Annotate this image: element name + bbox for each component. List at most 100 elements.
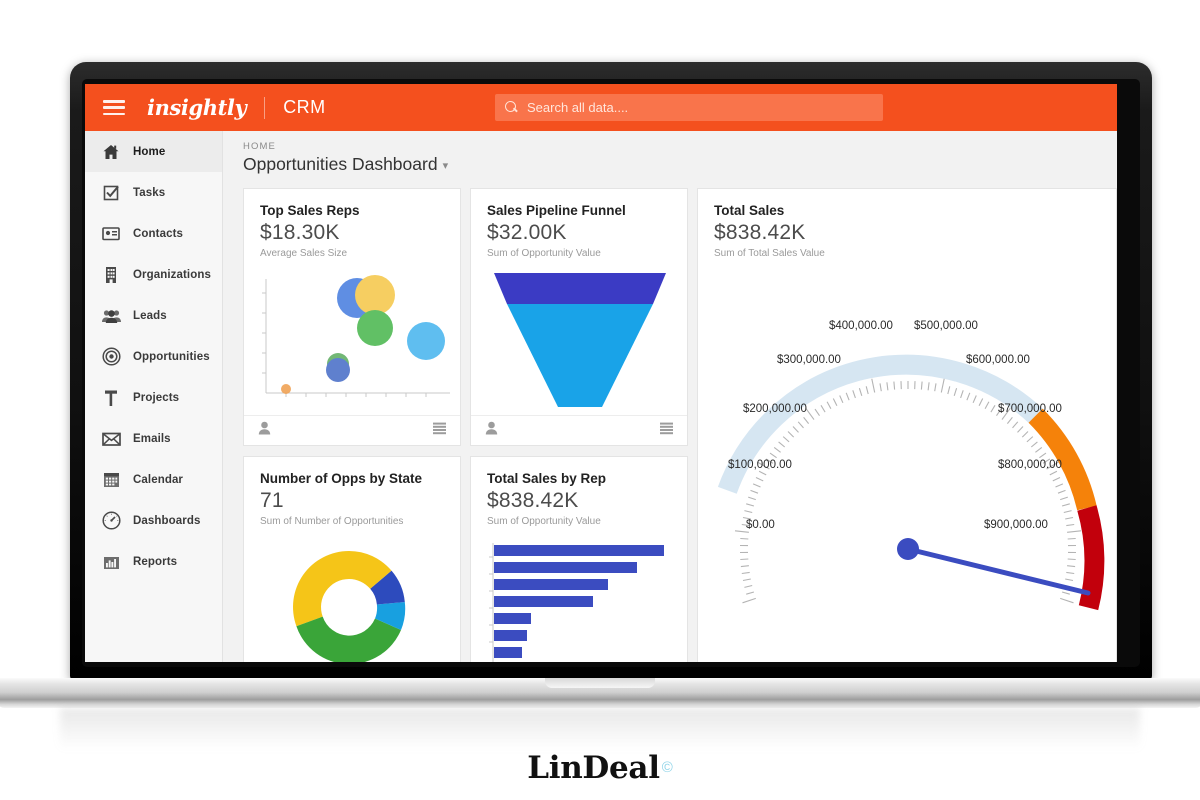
header-divider bbox=[264, 96, 266, 119]
watermark: LinDeal © bbox=[0, 750, 1200, 786]
card-value: $838.42K bbox=[714, 221, 806, 244]
card-value: 71 bbox=[260, 489, 284, 512]
bar bbox=[494, 596, 593, 607]
home-icon bbox=[101, 142, 121, 162]
card-title: Number of Opps by State bbox=[260, 471, 423, 486]
hammer-icon bbox=[101, 388, 121, 408]
contact-card-icon bbox=[101, 224, 121, 244]
search-icon bbox=[505, 101, 518, 114]
donut-slice-1 bbox=[293, 551, 349, 627]
sidebar-item-label: Opportunities bbox=[133, 350, 210, 363]
sidebar-item-label: Organizations bbox=[133, 268, 211, 281]
card-footer bbox=[244, 415, 460, 445]
bar bbox=[494, 613, 531, 624]
sidebar-item-label: Dashboards bbox=[133, 514, 201, 527]
bar-chart-icon bbox=[101, 552, 121, 572]
chevron-down-icon[interactable]: ▾ bbox=[443, 159, 449, 172]
bar bbox=[494, 562, 637, 573]
laptop-mockup: insightly CRM Home Tasks Contacts bbox=[0, 0, 1200, 800]
calendar-icon bbox=[101, 470, 121, 490]
search-input[interactable] bbox=[527, 100, 883, 115]
bubble-chart bbox=[244, 271, 460, 411]
card-subtitle: Average Sales Size bbox=[260, 248, 348, 259]
sidebar-item-projects[interactable]: Projects bbox=[85, 377, 222, 418]
page-title[interactable]: Opportunities Dashboard ▾ bbox=[223, 152, 1117, 175]
gauge-tick-label: $200,000.00 bbox=[743, 403, 807, 415]
sidebar-item-label: Reports bbox=[133, 555, 178, 568]
funnel-segment-2 bbox=[507, 304, 653, 407]
people-icon bbox=[101, 306, 121, 326]
envelope-icon bbox=[101, 429, 121, 449]
gauge-tick-label: $0.00 bbox=[746, 519, 775, 531]
sidebar-item-emails[interactable]: Emails bbox=[85, 418, 222, 459]
person-icon[interactable] bbox=[485, 421, 498, 440]
sidebar-item-contacts[interactable]: Contacts bbox=[85, 213, 222, 254]
card-number-of-opps-by-state[interactable]: Number of Opps by State 71 Sum of Number… bbox=[243, 456, 461, 662]
copyright-icon: © bbox=[661, 758, 673, 776]
gauge-icon bbox=[101, 511, 121, 531]
sidebar-item-opportunities[interactable]: Opportunities bbox=[85, 336, 222, 377]
checkbox-icon bbox=[101, 183, 121, 203]
sidebar-item-label: Emails bbox=[133, 432, 171, 445]
gauge-tick-label: $900,000.00 bbox=[984, 519, 1048, 531]
gauge-tick-label: $100,000.00 bbox=[728, 459, 792, 471]
card-subtitle: Sum of Number of Opportunities bbox=[260, 516, 404, 527]
laptop-screen: insightly CRM Home Tasks Contacts bbox=[85, 84, 1117, 662]
sidebar: Home Tasks Contacts Organizations Leads bbox=[85, 131, 223, 662]
sidebar-item-label: Calendar bbox=[133, 473, 184, 486]
sidebar-item-calendar[interactable]: Calendar bbox=[85, 459, 222, 500]
main-content: HOME Opportunities Dashboard ▾ Top Sales … bbox=[223, 131, 1117, 662]
sidebar-item-label: Home bbox=[133, 145, 166, 158]
gauge-tick-label: $500,000.00 bbox=[914, 320, 978, 332]
donut-chart bbox=[244, 545, 460, 662]
sidebar-item-home[interactable]: Home bbox=[85, 131, 222, 172]
horizontal-bar-chart bbox=[471, 539, 687, 662]
sidebar-item-organizations[interactable]: Organizations bbox=[85, 254, 222, 295]
card-title: Sales Pipeline Funnel bbox=[487, 203, 626, 218]
product-name: CRM bbox=[283, 97, 326, 117]
card-footer bbox=[471, 415, 687, 445]
bar bbox=[494, 630, 527, 641]
card-sales-pipeline-funnel[interactable]: Sales Pipeline Funnel $32.00K Sum of Opp… bbox=[470, 188, 688, 446]
target-icon bbox=[101, 347, 121, 367]
card-header: Top Sales Reps $18.30K Average Sales Siz… bbox=[244, 189, 460, 259]
sidebar-item-tasks[interactable]: Tasks bbox=[85, 172, 222, 213]
donut-slice-2 bbox=[296, 616, 401, 662]
gauge-tick-label: $700,000.00 bbox=[998, 403, 1062, 415]
gauge-tick-label: $400,000.00 bbox=[829, 320, 893, 332]
card-value: $18.30K bbox=[260, 221, 340, 244]
gauge-needle bbox=[897, 538, 1091, 596]
bar bbox=[494, 545, 664, 556]
breadcrumb[interactable]: HOME bbox=[223, 131, 1117, 152]
laptop-base-notch bbox=[545, 678, 655, 688]
card-subtitle: Sum of Opportunity Value bbox=[487, 248, 601, 259]
global-search[interactable] bbox=[495, 94, 883, 121]
gauge-tick-label: $600,000.00 bbox=[966, 354, 1030, 366]
grid-list-icon[interactable] bbox=[433, 422, 446, 440]
card-total-sales-gauge[interactable]: Total Sales $838.42K Sum of Total Sales … bbox=[697, 188, 1117, 662]
funnel-segment-1 bbox=[494, 273, 666, 304]
card-title: Total Sales bbox=[714, 203, 785, 218]
bar-series bbox=[494, 545, 664, 658]
card-total-sales-by-rep[interactable]: Total Sales by Rep $838.42K Sum of Oppor… bbox=[470, 456, 688, 662]
card-header: Total Sales by Rep $838.42K Sum of Oppor… bbox=[471, 457, 687, 527]
sidebar-item-leads[interactable]: Leads bbox=[85, 295, 222, 336]
laptop-shadow bbox=[60, 708, 1140, 750]
card-header: Sales Pipeline Funnel $32.00K Sum of Opp… bbox=[471, 189, 687, 259]
gauge-chart: $0.00 $100,000.00 $200,000.00 $300,000.0… bbox=[698, 249, 1116, 662]
sidebar-item-label: Tasks bbox=[133, 186, 166, 199]
gauge-tick-label: $800,000.00 bbox=[998, 459, 1062, 471]
gauge-tick-label: $300,000.00 bbox=[777, 354, 841, 366]
hamburger-menu-icon[interactable] bbox=[103, 100, 125, 115]
person-icon[interactable] bbox=[258, 421, 271, 440]
bar bbox=[494, 647, 522, 658]
insightly-logo[interactable]: insightly bbox=[147, 95, 247, 120]
card-value: $32.00K bbox=[487, 221, 567, 244]
grid-list-icon[interactable] bbox=[660, 422, 673, 440]
sidebar-item-reports[interactable]: Reports bbox=[85, 541, 222, 582]
sidebar-item-label: Contacts bbox=[133, 227, 184, 240]
sidebar-item-dashboards[interactable]: Dashboards bbox=[85, 500, 222, 541]
app-header: insightly CRM bbox=[85, 84, 1117, 131]
card-title: Top Sales Reps bbox=[260, 203, 360, 218]
card-top-sales-reps[interactable]: Top Sales Reps $18.30K Average Sales Siz… bbox=[243, 188, 461, 446]
